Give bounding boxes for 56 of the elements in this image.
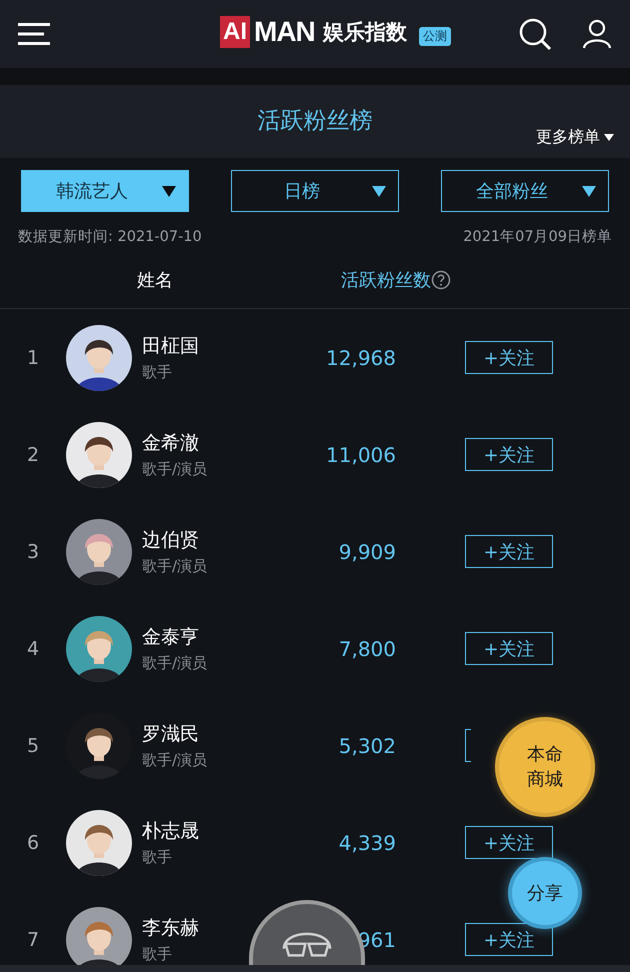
- user-icon[interactable]: [582, 19, 612, 49]
- beta-tag: 公测: [418, 26, 451, 46]
- artist-name[interactable]: 李东赫: [142, 915, 199, 941]
- follow-button[interactable]: [465, 729, 471, 762]
- rank-number: 6: [26, 832, 40, 854]
- artist-name[interactable]: 金泰亨: [142, 624, 199, 650]
- rank-number: 4: [26, 638, 40, 660]
- column-header: 活跃粉丝数: [341, 269, 431, 292]
- artist-role: 歌手: [142, 363, 172, 382]
- fan-count: 7,800: [338, 636, 396, 660]
- artist-role: 歌手/演员: [142, 557, 208, 576]
- filter-dropdown[interactable]: 韩流艺人: [21, 170, 189, 212]
- fan-count: 4,339: [338, 830, 396, 854]
- share-button[interactable]: 分享: [512, 861, 578, 925]
- follow-button[interactable]: +关注: [465, 438, 553, 471]
- rank-number: 1: [26, 346, 40, 368]
- artist-name[interactable]: 朴志晟: [142, 818, 199, 844]
- caret-icon: [582, 186, 596, 196]
- filter-dropdown[interactable]: 全部粉丝: [441, 170, 609, 212]
- fan-count: 9,909: [338, 540, 396, 564]
- fan-count: 12,968: [325, 346, 396, 370]
- artist-name[interactable]: 边伯贤: [142, 527, 199, 553]
- follow-button[interactable]: +关注: [465, 826, 553, 859]
- rank-number: 3: [26, 540, 40, 562]
- artist-role: 歌手: [142, 848, 172, 867]
- help-icon[interactable]: [431, 270, 451, 290]
- search-icon[interactable]: [518, 17, 552, 51]
- artist-name[interactable]: 田柾国: [142, 333, 199, 359]
- follow-button[interactable]: +关注: [465, 632, 553, 665]
- caret-icon: [372, 186, 386, 196]
- chart-title: 活跃粉丝榜: [258, 107, 372, 136]
- logo-word: MAN: [254, 16, 315, 48]
- artist-role: 歌手/演员: [142, 654, 208, 673]
- follow-button[interactable]: +关注: [465, 341, 553, 374]
- rank-number: 7: [26, 928, 40, 950]
- artist-role: 歌手/演员: [142, 751, 208, 770]
- menu-icon[interactable]: [18, 22, 50, 46]
- artist-role: 歌手: [142, 945, 172, 964]
- rank-number: 5: [26, 734, 40, 756]
- shop-button[interactable]: 本命商城: [499, 721, 591, 813]
- filter-dropdown[interactable]: 日榜: [231, 170, 399, 212]
- column-header: 姓名: [137, 269, 173, 292]
- more-charts-link[interactable]: 更多榜单: [536, 127, 614, 148]
- follow-button[interactable]: +关注: [465, 535, 553, 568]
- artist-name[interactable]: 金希澈: [142, 430, 199, 456]
- fan-count: 5,302: [338, 734, 396, 758]
- caret-icon: [604, 134, 614, 141]
- logo-mark: AI: [220, 16, 250, 48]
- logo-name: 娱乐指数: [322, 19, 407, 46]
- caret-icon: [162, 186, 176, 196]
- artist-role: 歌手/演员: [142, 460, 208, 479]
- artist-name[interactable]: 罗渽民: [142, 721, 199, 747]
- rank-number: 2: [26, 444, 40, 466]
- chart-date: 2021年07月09日榜单: [463, 228, 612, 246]
- fan-count: 11,006: [325, 442, 396, 466]
- update-time: 数据更新时间: 2021-07-10: [18, 228, 202, 246]
